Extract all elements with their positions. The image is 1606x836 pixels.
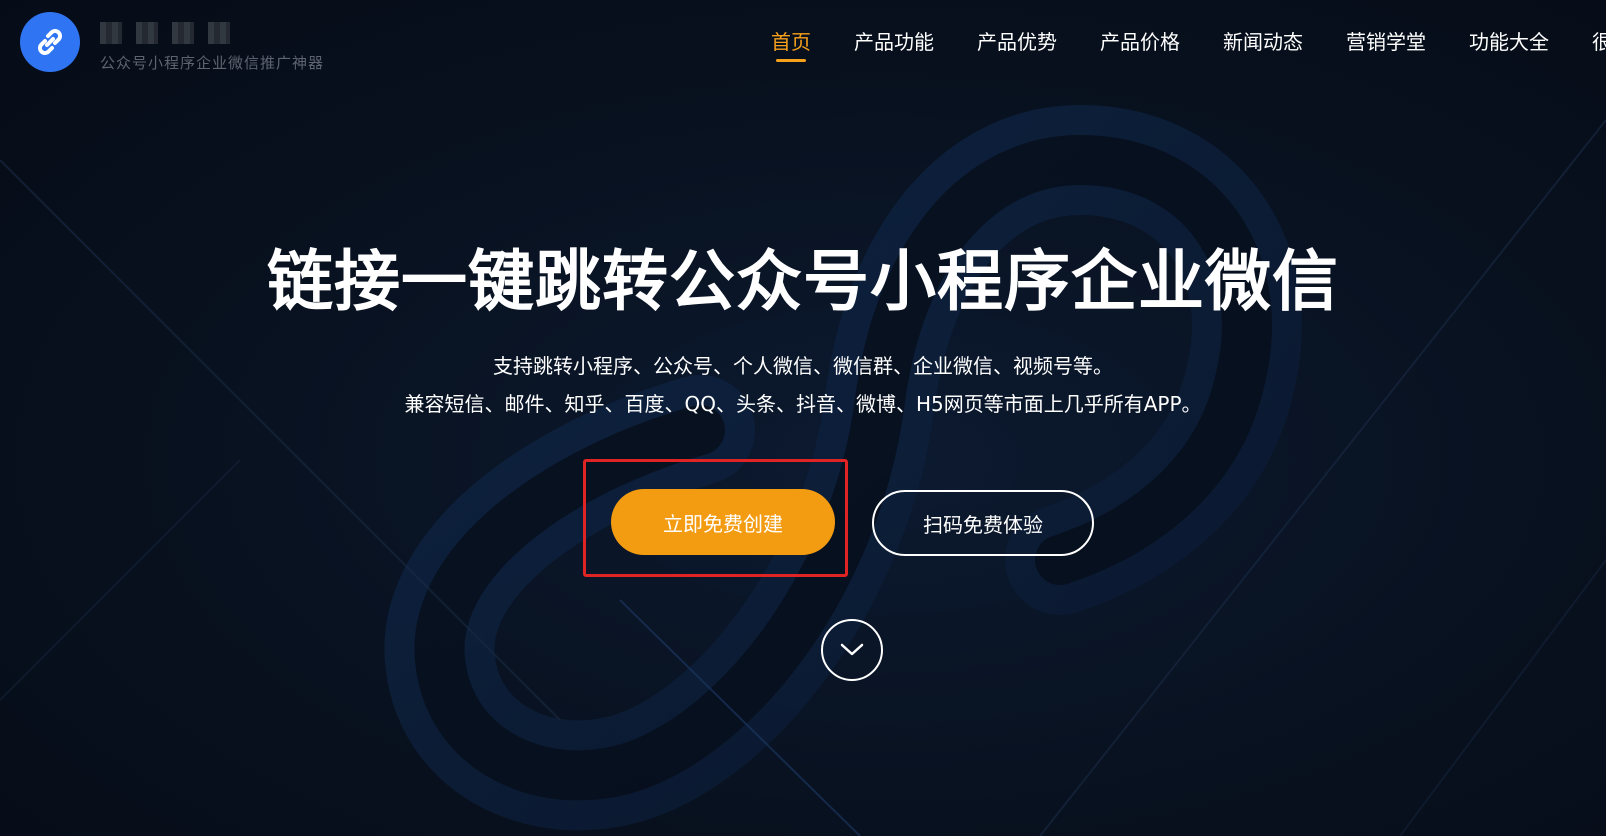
background-decoration [0,104,1606,836]
nav-item-advantages[interactable]: 产品优势 [977,26,1057,58]
nav-item-features[interactable]: 产品功能 [854,26,934,58]
hero-subtitle-line2: 兼容短信、邮件、知乎、百度、QQ、头条、抖音、微博、H5网页等市面上几乎所有AP… [404,392,1202,416]
nav-item-more[interactable]: 很 [1592,26,1606,58]
nav-item-news[interactable]: 新闻动态 [1223,26,1303,58]
site-header: 公众号小程序企业微信推广神器 首页 产品功能 产品优势 产品价格 新闻动态 营销… [0,0,1606,90]
hero-subtitle-line1: 支持跳转小程序、公众号、个人微信、微信群、企业微信、视频号等。 [493,354,1113,378]
chevron-down-icon [840,643,864,656]
scroll-down-button[interactable] [821,619,883,681]
nav-item-pricing[interactable]: 产品价格 [1100,26,1180,58]
brand-slogan: 公众号小程序企业微信推广神器 [100,54,325,72]
scan-trial-button[interactable]: 扫码免费体验 [872,490,1094,556]
nav-item-academy[interactable]: 营销学堂 [1346,26,1426,58]
hero-title: 链接一键跳转公众号小程序企业微信 [267,243,1339,320]
nav-item-all-features[interactable]: 功能大全 [1469,26,1549,58]
main-nav: 首页 产品功能 产品优势 产品价格 新闻动态 营销学堂 功能大全 很 [771,26,1606,58]
link-icon [38,29,62,55]
brand-name-blurred [100,22,230,44]
landing-page: 公众号小程序企业微信推广神器 首页 产品功能 产品优势 产品价格 新闻动态 营销… [0,0,1606,836]
site-logo[interactable] [20,12,80,72]
create-free-button[interactable]: 立即免费创建 [611,489,835,555]
nav-item-home[interactable]: 首页 [771,26,811,58]
